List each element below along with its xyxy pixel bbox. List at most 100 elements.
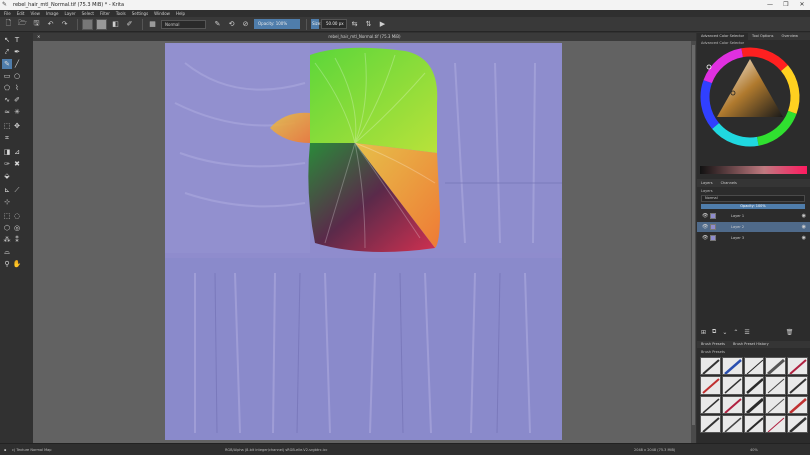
layer-lock-icon[interactable]: ◉ bbox=[802, 222, 806, 232]
opacity-slider[interactable]: Opacity: 100% bbox=[254, 19, 300, 29]
menu-layer[interactable]: Layer bbox=[64, 11, 75, 16]
tab-brush-preset-history[interactable]: Brush Preset History bbox=[729, 341, 773, 348]
brush-preset-tile[interactable] bbox=[700, 357, 721, 376]
maximize-button[interactable]: ❒ bbox=[778, 0, 794, 10]
undo-icon[interactable]: ↶ bbox=[45, 19, 56, 30]
delete-layer-icon[interactable]: 🗑 bbox=[786, 329, 794, 336]
add-layer-icon[interactable]: ⊞ bbox=[701, 329, 706, 336]
layer-blend-mode-select[interactable]: Normal bbox=[701, 195, 805, 202]
color-history-bar[interactable] bbox=[700, 166, 807, 174]
brush-settings-icon[interactable]: ▦ bbox=[147, 19, 158, 30]
bezier-selection-tool-icon[interactable]: ⌓ bbox=[2, 247, 12, 257]
redo-icon[interactable]: ↷ bbox=[59, 19, 70, 30]
brush-preset-tile[interactable] bbox=[743, 357, 765, 376]
brush-preset-tile[interactable] bbox=[743, 414, 765, 433]
menu-file[interactable]: File bbox=[4, 11, 11, 16]
layer-properties-icon[interactable]: ☰ bbox=[744, 329, 749, 336]
layer-row[interactable]: 👁 Layer 2 ◉ bbox=[697, 222, 810, 232]
elliptical-selection-tool-icon[interactable]: ◌ bbox=[12, 211, 22, 221]
menu-settings[interactable]: Settings bbox=[132, 11, 148, 16]
brush-preset-tile[interactable] bbox=[787, 376, 808, 395]
bezier-tool-icon[interactable]: ∿ bbox=[2, 95, 12, 105]
zoom-tool-icon[interactable]: ⚲ bbox=[2, 259, 12, 269]
new-document-icon[interactable]: 🗋 bbox=[3, 19, 14, 30]
menu-view[interactable]: View bbox=[30, 11, 40, 16]
document-tab[interactable]: ✕ rebel_hair_mtl_Normal.tif (75.3 MiB) bbox=[33, 33, 696, 41]
dynamic-brush-tool-icon[interactable]: ≈ bbox=[2, 107, 12, 117]
menu-help[interactable]: Help bbox=[176, 11, 185, 16]
color-picker-tool-icon[interactable]: ⊿ bbox=[12, 147, 22, 157]
brush-preset-tile[interactable] bbox=[721, 395, 743, 414]
brush-preset-tile[interactable] bbox=[765, 357, 787, 376]
brush-preset-tile[interactable] bbox=[700, 414, 721, 433]
tab-tool-options[interactable]: Tool Options bbox=[748, 33, 777, 40]
brush-preset-icon[interactable]: ✐ bbox=[124, 19, 135, 30]
select-shapes-tool-icon[interactable]: ↖ bbox=[2, 35, 12, 45]
color-swap-icon[interactable]: ◧ bbox=[110, 19, 121, 30]
move-tool-icon[interactable]: ✥ bbox=[12, 121, 22, 131]
move-layer-up-icon[interactable]: ⌃ bbox=[733, 329, 738, 336]
saturation-value-triangle[interactable] bbox=[717, 59, 783, 117]
rectangle-tool-icon[interactable]: ▭ bbox=[2, 71, 12, 81]
canvas-vertical-scrollbar[interactable] bbox=[691, 41, 696, 443]
multibrush-tool-icon[interactable]: ✳ bbox=[12, 107, 22, 117]
polyline-tool-icon[interactable]: ⌇ bbox=[12, 83, 22, 93]
minimize-button[interactable]: — bbox=[762, 0, 778, 10]
line-tool-icon[interactable]: ╱ bbox=[12, 59, 22, 69]
brush-preset-tile[interactable] bbox=[743, 376, 765, 395]
text-tool-icon[interactable]: T bbox=[12, 35, 22, 45]
assistant-tool-icon[interactable]: ⊾ bbox=[2, 185, 12, 195]
calligraphy-tool-icon[interactable]: ✒ bbox=[12, 47, 22, 57]
close-tab-icon[interactable]: ✕ bbox=[37, 33, 40, 41]
preserve-alpha-icon[interactable]: ⊘ bbox=[240, 19, 251, 30]
tab-channels[interactable]: Channels bbox=[717, 179, 741, 187]
crop-tool-icon[interactable]: ⌗ bbox=[2, 133, 12, 143]
menu-edit[interactable]: Edit bbox=[17, 11, 25, 16]
mirror-vertical-icon[interactable]: ⇅ bbox=[363, 19, 374, 30]
pan-tool-icon[interactable]: ✋ bbox=[12, 259, 22, 269]
rectangular-selection-tool-icon[interactable]: ⬚ bbox=[2, 211, 12, 221]
tab-advanced-color-selector[interactable]: Advanced Color Selector bbox=[697, 33, 749, 40]
menu-image[interactable]: Image bbox=[46, 11, 59, 16]
gradient-swatch[interactable] bbox=[82, 18, 93, 30]
polygonal-selection-tool-icon[interactable]: ⬡ bbox=[2, 223, 12, 233]
canvas-image[interactable] bbox=[165, 43, 562, 440]
scrollbar-thumb[interactable] bbox=[692, 45, 695, 425]
visibility-eye-icon[interactable]: 👁 bbox=[702, 211, 708, 221]
ellipse-tool-icon[interactable]: ○ bbox=[12, 71, 22, 81]
menu-window[interactable]: Window bbox=[154, 11, 170, 16]
brush-preset-tile[interactable] bbox=[721, 376, 743, 395]
layer-lock-icon[interactable]: ◉ bbox=[802, 211, 806, 221]
gradient-tool-icon[interactable]: ◨ bbox=[2, 147, 12, 157]
brush-preset-tile[interactable] bbox=[721, 414, 743, 433]
brush-preset-tile[interactable] bbox=[743, 395, 765, 414]
tab-brush-presets[interactable]: Brush Presets bbox=[697, 341, 729, 348]
menu-tools[interactable]: Tools bbox=[116, 11, 126, 16]
brush-preset-tile[interactable] bbox=[721, 357, 743, 376]
tab-layers[interactable]: Layers bbox=[697, 179, 717, 187]
save-icon[interactable]: 🖫 bbox=[31, 19, 42, 30]
brush-preset-tile[interactable] bbox=[765, 376, 787, 395]
smart-patch-tool-icon[interactable]: ✖ bbox=[12, 159, 22, 169]
brush-preset-tile[interactable] bbox=[765, 414, 787, 433]
pattern-swatch[interactable] bbox=[96, 18, 107, 30]
menu-filter[interactable]: Filter bbox=[100, 11, 110, 16]
brush-preset-tile[interactable] bbox=[700, 376, 721, 395]
hue-cursor[interactable] bbox=[706, 64, 712, 70]
size-slider[interactable]: 50.00 px bbox=[321, 19, 347, 29]
layer-lock-icon[interactable]: ◉ bbox=[802, 233, 806, 243]
polygon-tool-icon[interactable]: ⬠ bbox=[2, 83, 12, 93]
contiguous-selection-tool-icon[interactable]: ⁂ bbox=[2, 235, 12, 245]
canvas-area[interactable]: ✕ rebel_hair_mtl_Normal.tif (75.3 MiB) bbox=[33, 33, 696, 443]
wrap-around-icon[interactable]: ▶ bbox=[377, 19, 388, 30]
freehand-brush-tool-icon[interactable]: ✎ bbox=[2, 59, 12, 69]
menu-select[interactable]: Select bbox=[82, 11, 94, 16]
duplicate-layer-icon[interactable]: ⧉ bbox=[712, 328, 716, 336]
edit-shapes-tool-icon[interactable]: ⤤ bbox=[2, 47, 12, 57]
similar-selection-tool-icon[interactable]: ⁑ bbox=[12, 235, 22, 245]
open-document-icon[interactable]: 🗁 bbox=[17, 19, 28, 30]
layer-row[interactable]: 👁 Layer 1 ◉ bbox=[697, 211, 810, 221]
color-selector-widget[interactable] bbox=[697, 45, 810, 177]
status-zoom[interactable]: 40% bbox=[750, 448, 758, 452]
visibility-eye-icon[interactable]: 👁 bbox=[702, 222, 708, 232]
